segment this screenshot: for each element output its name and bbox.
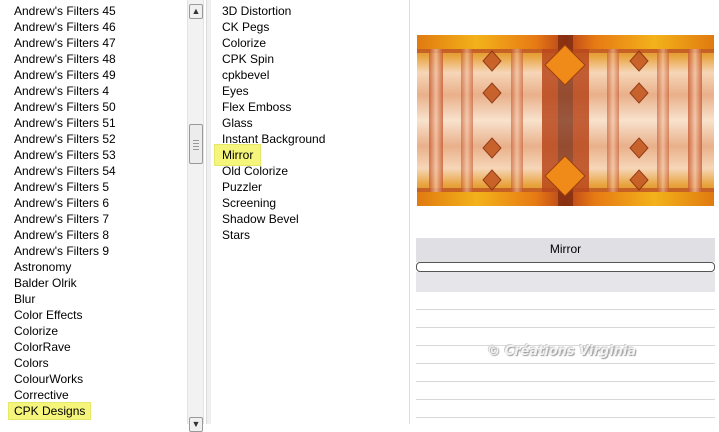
parameter-row-divider	[416, 381, 715, 382]
category-item[interactable]: Andrew's Filters 8	[13, 227, 110, 243]
category-item[interactable]: Andrew's Filters 48	[13, 51, 117, 67]
filter-item[interactable]: Glass	[222, 115, 253, 131]
category-item[interactable]: Color Effects	[13, 307, 83, 323]
parameter-row-divider	[416, 399, 715, 400]
filter-item[interactable]: Shadow Bevel	[222, 211, 299, 227]
category-item[interactable]: Andrew's Filters 54	[13, 163, 117, 179]
category-item[interactable]: Andrew's Filters 6	[13, 195, 110, 211]
category-item[interactable]: Balder Olrik	[13, 275, 78, 291]
category-item[interactable]: Astronomy	[13, 259, 72, 275]
parameter-row-divider	[416, 417, 715, 418]
parameter-strip	[416, 272, 715, 292]
preview-image	[417, 35, 714, 206]
category-scrollbar[interactable]: ▲ ▼	[187, 0, 204, 432]
scroll-up-arrow-icon[interactable]: ▲	[189, 4, 203, 19]
watermark: © Créations Virginia	[487, 344, 637, 359]
filter-item[interactable]: Flex Emboss	[222, 99, 291, 115]
category-list[interactable]: Andrew's Filters 45 Andrew's Filters 46 An…	[0, 0, 187, 424]
parameter-slider[interactable]	[416, 262, 715, 272]
category-item[interactable]: Andrew's Filters 47	[13, 35, 117, 51]
scrollbar-thumb[interactable]	[189, 124, 203, 164]
filter-item[interactable]: 3D Distortion	[222, 3, 291, 19]
category-item[interactable]: Andrew's Filters 5	[13, 179, 110, 195]
parameter-row-divider	[416, 327, 715, 328]
filter-item[interactable]: Eyes	[222, 83, 249, 99]
filter-item[interactable]: Stars	[222, 227, 250, 243]
scroll-down-arrow-icon[interactable]: ▼	[189, 417, 203, 432]
parameter-header: Mirror	[416, 238, 715, 262]
filter-list[interactable]: 3D Distortion CK Pegs Colorize CPK Spin cpkb…	[212, 0, 408, 424]
filter-item[interactable]: Old Colorize	[222, 163, 288, 179]
category-item[interactable]: Corrective	[13, 387, 70, 403]
parameter-label: Mirror	[549, 242, 582, 256]
category-item[interactable]: Andrew's Filters 52	[13, 131, 117, 147]
category-item[interactable]: ColourWorks	[13, 371, 84, 387]
parameter-row-divider	[416, 309, 715, 310]
filter-item[interactable]: Puzzler	[222, 179, 262, 195]
category-item[interactable]: Andrew's Filters 49	[13, 67, 117, 83]
filter-item[interactable]: Screening	[222, 195, 276, 211]
filter-item[interactable]: cpkbevel	[222, 67, 269, 83]
category-item[interactable]: Andrew's Filters 7	[13, 211, 110, 227]
filter-item[interactable]: CK Pegs	[222, 19, 269, 35]
category-item[interactable]: Andrew's Filters 53	[13, 147, 117, 163]
category-item[interactable]: Colorize	[13, 323, 59, 339]
category-item[interactable]: Andrew's Filters 50	[13, 99, 117, 115]
category-item[interactable]: ColorRave	[13, 339, 72, 355]
category-item[interactable]: Colors	[13, 355, 50, 371]
panel-divider	[206, 0, 211, 424]
category-item[interactable]: Andrew's Filters 46	[13, 19, 117, 35]
filter-item[interactable]: Colorize	[222, 35, 266, 51]
panel-divider	[409, 0, 410, 424]
category-item[interactable]: Andrew's Filters 9	[13, 243, 110, 259]
category-item[interactable]: Andrew's Filters 51	[13, 115, 117, 131]
filter-item[interactable]: CPK Spin	[222, 51, 274, 67]
category-item[interactable]: Andrew's Filters 45	[13, 3, 117, 19]
category-item[interactable]: CPK Designs	[9, 403, 91, 419]
category-item[interactable]: Blur	[13, 291, 36, 307]
category-item[interactable]: Andrew's Filters 4	[13, 83, 110, 99]
parameter-row-divider	[416, 363, 715, 364]
filter-item[interactable]: Mirror	[215, 145, 261, 165]
